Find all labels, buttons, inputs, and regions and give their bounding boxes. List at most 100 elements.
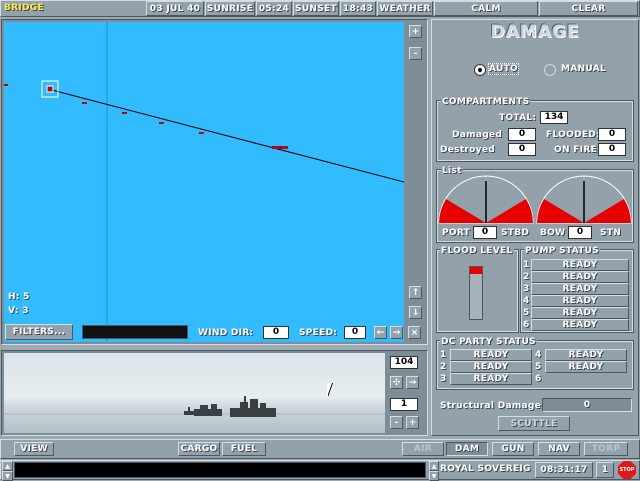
list-gauges [438, 175, 632, 224]
torp-button[interactable]: TORP [584, 442, 628, 456]
scroll-down-button[interactable]: ↓ [409, 306, 422, 319]
flooded-label: FLOODED: [546, 130, 600, 140]
view-next-button[interactable]: → [406, 376, 419, 389]
fleet-marker [272, 146, 288, 149]
ship-scroller: ▲ ▼ [429, 461, 439, 481]
view-plus-button[interactable]: + [406, 416, 419, 429]
view-zoom-value: 104 [390, 356, 418, 369]
ship-prev-button[interactable]: ▲ [429, 461, 439, 471]
tactical-map[interactable]: H: 5 V: 3 [4, 22, 404, 342]
dc-party-status-button[interactable]: READY [450, 373, 532, 385]
pump-status-label: PUMP STATUS [524, 246, 601, 256]
ship-name: ROYAL SOVEREIG [440, 464, 531, 474]
filters-button[interactable]: FILTERS... [5, 324, 73, 340]
contact-marker [4, 84, 8, 86]
dc-party-status-button[interactable]: READY [450, 349, 532, 361]
stop-label: STOP [619, 467, 635, 473]
dc-party-label: DC PARTY STATUS [440, 337, 537, 347]
v-readout: V: 3 [8, 306, 29, 316]
view-minus-button[interactable]: - [390, 416, 403, 429]
onfire-label: ON FIRE: [554, 145, 601, 155]
pump-status-button[interactable]: READY [531, 283, 629, 295]
auto-label[interactable]: AUTO [488, 63, 519, 75]
dc-party-number: 6 [535, 374, 542, 384]
manual-label[interactable]: MANUAL [561, 64, 606, 74]
stbd-label: STBD [501, 228, 530, 238]
air-button[interactable]: AIR [402, 442, 444, 456]
dam-button[interactable]: DAM [446, 442, 488, 456]
scroll-left-button[interactable]: ← [374, 326, 387, 339]
counter-value: 1 [596, 462, 614, 478]
close-map-button[interactable]: × [408, 326, 421, 339]
view-cycle-button[interactable]: ✣ [390, 376, 403, 389]
nav-button[interactable]: NAV [538, 442, 580, 456]
stop-icon[interactable]: STOP [618, 461, 636, 479]
flooded-value: 0 [598, 128, 626, 141]
dc-party-status-button[interactable]: READY [545, 349, 627, 361]
manual-radio[interactable] [544, 64, 556, 76]
dc-party-status-button[interactable]: READY [450, 361, 532, 373]
cargo-button[interactable]: CARGO [178, 442, 220, 456]
pump-status-button[interactable]: READY [531, 295, 629, 307]
ship-view[interactable] [4, 353, 385, 433]
pump-number: 5 [523, 308, 530, 318]
map-drawing [4, 22, 404, 342]
arrow-left-icon: ← [376, 327, 385, 338]
zoom-in-button[interactable]: + [409, 25, 422, 38]
arrow-right-icon: → [408, 377, 417, 388]
message-line [14, 462, 426, 478]
damaged-value: 0 [508, 128, 536, 141]
h-readout: H: 5 [8, 292, 30, 302]
pump-status-button[interactable]: READY [531, 319, 629, 331]
zoom-out-button[interactable]: - [409, 47, 422, 60]
pump-number: 6 [523, 320, 530, 330]
sunset-label: SUNSET [293, 1, 339, 16]
msg-up-button[interactable]: ▲ [2, 461, 13, 471]
contact-marker [199, 132, 204, 134]
ship-silhouette [184, 396, 276, 417]
wind-dir-value: 0 [263, 326, 289, 339]
fuel-button[interactable]: FUEL [222, 442, 266, 456]
scroll-right-button[interactable]: → [390, 326, 403, 339]
sunrise-time: 05:24 [256, 1, 292, 16]
view-button[interactable]: VIEW [14, 442, 54, 456]
pump-number: 3 [523, 284, 530, 294]
scuttle-button[interactable]: SCUTTLE [498, 416, 570, 431]
weather-label: WEATHER [377, 1, 433, 16]
contact-marker [82, 102, 87, 104]
speed-value: 0 [344, 326, 366, 339]
date-display: 03 JUL 40 [146, 1, 204, 16]
message-display [82, 325, 188, 339]
contact-marker [122, 112, 127, 114]
scroll-up-button[interactable]: ↑ [409, 286, 422, 299]
bow-stn-gauge [536, 175, 632, 224]
clear-button[interactable]: CLEAR [539, 1, 638, 16]
port-label: PORT [442, 228, 471, 238]
destroyed-value: 0 [508, 143, 536, 156]
arrow-up-icon: ↑ [411, 287, 420, 298]
dc-party-number: 3 [440, 374, 447, 384]
pump-status-button[interactable]: READY [531, 271, 629, 283]
sunset-time: 18:43 [340, 1, 376, 16]
game-clock: 08:31:17 [535, 462, 593, 478]
speed-label: SPEED: [299, 328, 338, 338]
pump-number: 2 [523, 272, 530, 282]
onfire-value: 0 [598, 143, 626, 156]
bow-label: BOW [540, 228, 566, 238]
gun-button[interactable]: GUN [492, 442, 534, 456]
structural-label: Structural Damage [440, 401, 542, 411]
wind-dir-label: WIND DIR: [198, 328, 254, 338]
mouse-cursor-icon [327, 383, 332, 397]
flood-level-label: FLOOD LEVEL [440, 246, 514, 256]
dc-party-number: 2 [440, 362, 447, 372]
dc-party-status-button[interactable]: READY [545, 361, 627, 373]
pump-number: 4 [523, 296, 530, 306]
pump-status-button[interactable]: READY [531, 259, 629, 271]
compartments-label: COMPARTMENTS [441, 97, 531, 107]
auto-radio[interactable] [474, 64, 486, 76]
damage-title: DAMAGE [490, 22, 580, 42]
pump-status-button[interactable]: READY [531, 307, 629, 319]
damaged-label: Damaged [452, 130, 503, 140]
dc-party-number: 5 [535, 362, 542, 372]
weather-value: CALM [434, 1, 538, 16]
